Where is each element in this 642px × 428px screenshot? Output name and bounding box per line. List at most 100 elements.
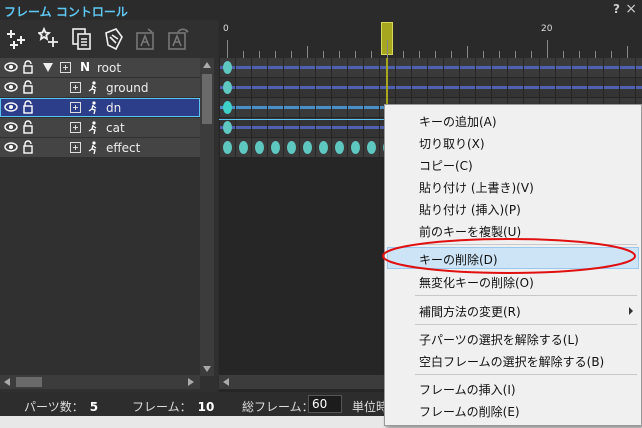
frame-cell[interactable]	[395, 58, 411, 77]
keyframe-dot[interactable]	[255, 141, 264, 154]
frame-cell[interactable]	[267, 58, 283, 77]
tree-horizontal-scrollbar[interactable]	[0, 375, 200, 389]
frame-cell[interactable]	[635, 78, 642, 97]
menu-item-delete-unchanged-keys[interactable]: 無変化キーの削除(O)	[419, 274, 534, 291]
frame-cell[interactable]	[523, 78, 539, 97]
eye-icon[interactable]	[4, 141, 18, 153]
frame-cell[interactable]	[315, 98, 331, 117]
frame-cell[interactable]	[523, 58, 539, 77]
frame-cell[interactable]	[459, 58, 475, 77]
lock-icon[interactable]	[22, 120, 34, 134]
scroll-left-arrow-icon[interactable]	[223, 378, 229, 386]
expand-icon[interactable]	[60, 62, 71, 73]
frame-cell[interactable]	[299, 58, 315, 77]
menu-item-paste-overwrite[interactable]: 貼り付け (上書き)(V)	[419, 179, 534, 196]
eye-icon[interactable]	[4, 61, 18, 73]
tree-row-root[interactable]: N root	[0, 58, 200, 77]
frame-cell[interactable]	[235, 78, 251, 97]
add-star-icon[interactable]	[36, 26, 62, 51]
frame-cell[interactable]	[555, 58, 571, 77]
frame-cell[interactable]	[331, 98, 347, 117]
scroll-thumb[interactable]	[16, 377, 42, 387]
frame-cell[interactable]	[315, 58, 331, 77]
frame-cell[interactable]	[251, 78, 267, 97]
frame-cell[interactable]	[571, 58, 587, 77]
keyframe-dot[interactable]	[351, 141, 360, 154]
frame-cell[interactable]	[331, 118, 347, 137]
menu-item-add-key[interactable]: キーの追加(A)	[419, 113, 497, 130]
frame-cell[interactable]	[251, 98, 267, 117]
menu-item-paste-insert[interactable]: 貼り付け (挿入)(P)	[419, 201, 521, 218]
expand-icon[interactable]	[70, 102, 81, 113]
frame-cell[interactable]	[251, 138, 267, 157]
keyframe-dot[interactable]	[271, 141, 280, 154]
frame-cell[interactable]	[491, 78, 507, 97]
frame-cell[interactable]	[555, 78, 571, 97]
frame-cell[interactable]	[363, 118, 379, 137]
frame-cell[interactable]	[507, 58, 523, 77]
scroll-thumb[interactable]	[202, 74, 212, 124]
copy-frames-icon[interactable]	[70, 27, 94, 51]
keyframe-dot[interactable]	[223, 101, 232, 114]
frame-cell[interactable]	[315, 138, 331, 157]
eye-icon[interactable]	[4, 121, 18, 133]
track-row[interactable]	[219, 78, 642, 97]
frame-cell[interactable]	[619, 78, 635, 97]
frame-cell[interactable]	[363, 98, 379, 117]
frame-cell[interactable]	[219, 78, 235, 97]
tree-row-ground[interactable]: ground	[0, 78, 200, 97]
frame-ruler[interactable]: 0 10 20	[219, 20, 642, 59]
frame-cell[interactable]	[283, 78, 299, 97]
frame-cell[interactable]	[347, 78, 363, 97]
keyframe-dot[interactable]	[223, 81, 232, 94]
frame-cell[interactable]	[539, 78, 555, 97]
frame-cell[interactable]	[571, 78, 587, 97]
tree-vertical-scrollbar[interactable]	[200, 58, 214, 376]
frame-cell[interactable]	[491, 58, 507, 77]
menu-item-deselect-blank-frames[interactable]: 空白フレームの選択を解除する(B)	[419, 353, 604, 370]
frame-cell[interactable]	[267, 78, 283, 97]
keyframe-dot[interactable]	[319, 141, 328, 154]
menu-item-insert-frame[interactable]: フレームの挿入(I)	[419, 381, 516, 398]
frame-cell[interactable]	[299, 78, 315, 97]
scroll-up-arrow-icon[interactable]	[203, 62, 211, 68]
frame-cell[interactable]	[219, 98, 235, 117]
frame-cell[interactable]	[331, 78, 347, 97]
menu-item-change-interpolation[interactable]: 補間方法の変更(R)	[419, 303, 521, 320]
tree-row-dn[interactable]: dn	[0, 98, 200, 117]
total-frames-input[interactable]: 60	[308, 395, 342, 413]
keyframe-dot[interactable]	[367, 141, 376, 154]
frame-cell[interactable]	[347, 98, 363, 117]
frame-cell[interactable]	[219, 58, 235, 77]
menu-item-cut[interactable]: 切り取り(X)	[419, 135, 485, 152]
frame-cell[interactable]	[347, 58, 363, 77]
frame-cell[interactable]	[619, 58, 635, 77]
frame-cell[interactable]	[443, 78, 459, 97]
close-button[interactable]: ×	[625, 1, 637, 17]
frame-cell[interactable]	[363, 138, 379, 157]
frame-cell[interactable]	[251, 118, 267, 137]
keyframe-dot[interactable]	[223, 61, 232, 74]
frame-cell[interactable]	[475, 58, 491, 77]
keyframe-dot[interactable]	[303, 141, 312, 154]
lock-icon[interactable]	[22, 100, 34, 114]
lock-icon[interactable]	[22, 140, 34, 154]
onion-skin-icon[interactable]	[102, 27, 126, 51]
frame-cell[interactable]	[603, 58, 619, 77]
frame-cell[interactable]	[219, 118, 235, 137]
scroll-down-arrow-icon[interactable]	[203, 366, 211, 372]
frame-cell[interactable]	[219, 138, 235, 157]
track-row[interactable]	[219, 58, 642, 77]
tree-row-cat[interactable]: cat	[0, 118, 200, 137]
frame-cell[interactable]	[283, 118, 299, 137]
frame-cell[interactable]	[299, 118, 315, 137]
frame-cell[interactable]	[331, 58, 347, 77]
frame-cell[interactable]	[427, 58, 443, 77]
frame-cell[interactable]	[267, 118, 283, 137]
menu-item-delete-frame[interactable]: フレームの削除(E)	[419, 403, 520, 420]
lock-icon[interactable]	[22, 80, 34, 94]
menu-item-copy[interactable]: コピー(C)	[419, 157, 473, 174]
frame-cell[interactable]	[635, 58, 642, 77]
frame-cell[interactable]	[539, 58, 555, 77]
frame-cell[interactable]	[443, 58, 459, 77]
